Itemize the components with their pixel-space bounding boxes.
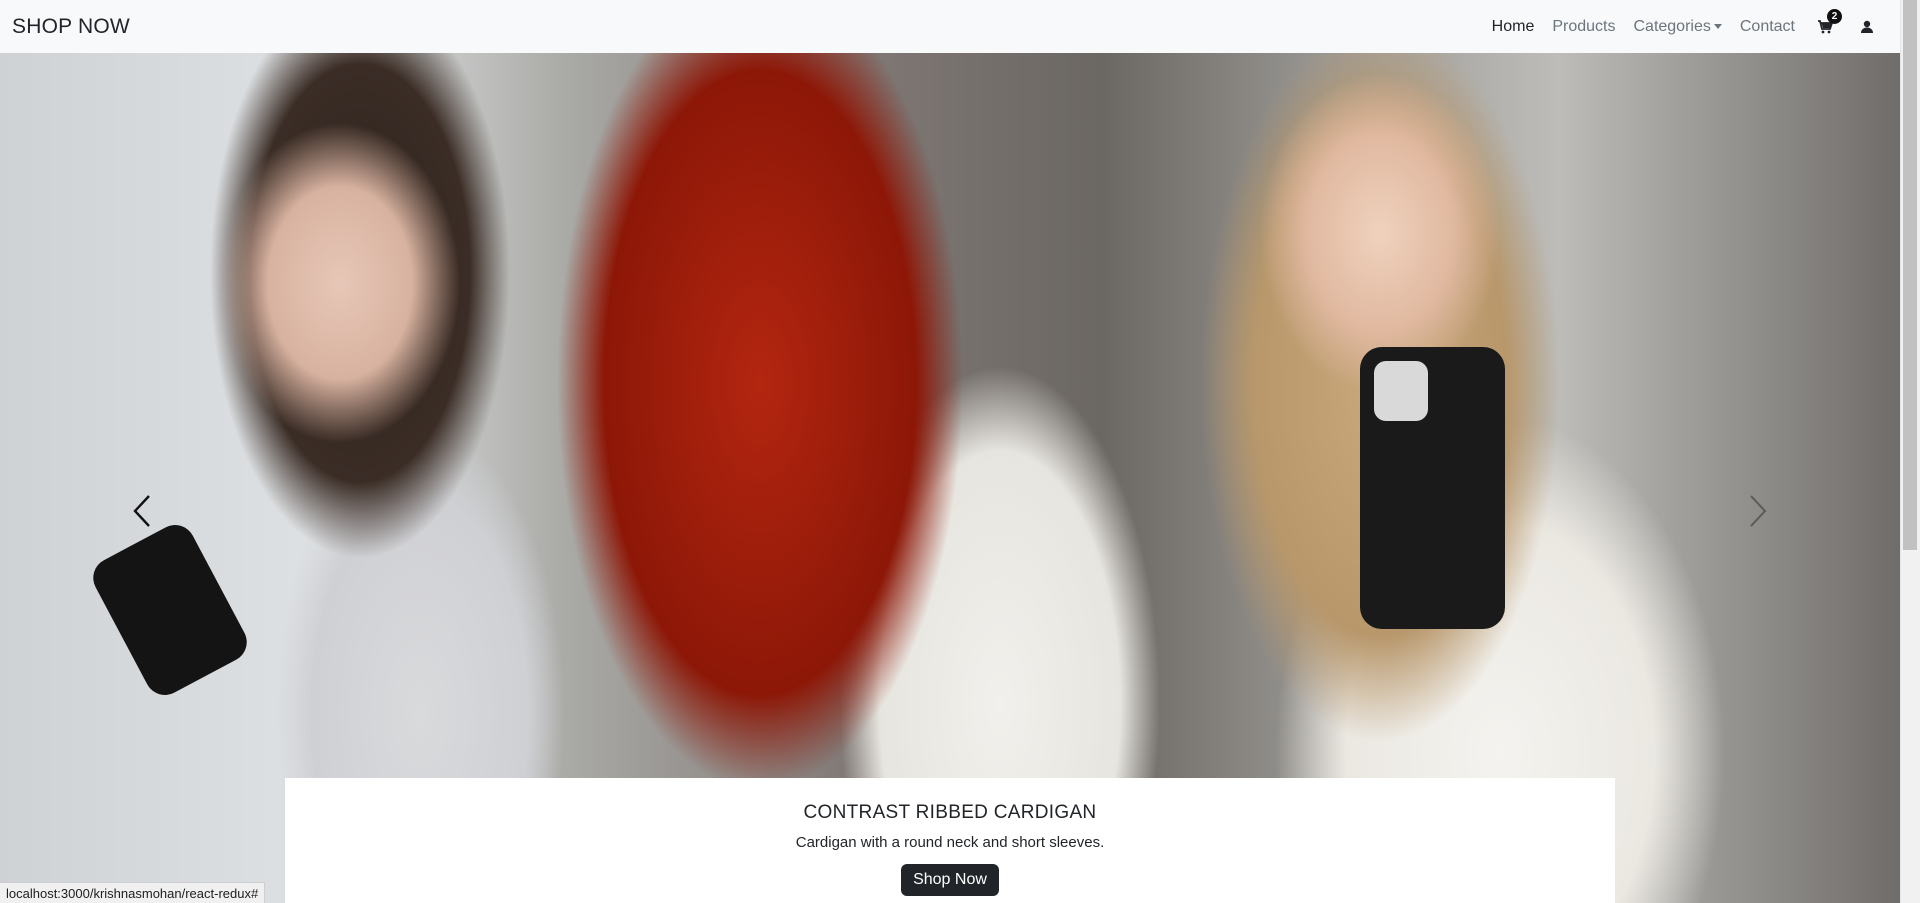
user-account-button[interactable] xyxy=(1846,0,1888,53)
carousel-prev-button[interactable] xyxy=(112,481,172,541)
caret-down-icon xyxy=(1713,24,1722,29)
scrollbar-thumb[interactable] xyxy=(1903,0,1917,550)
page-scrollbar[interactable] xyxy=(1900,0,1920,903)
caption-title: CONTRAST RIBBED CARDIGAN xyxy=(803,802,1097,823)
nav-link-categories-label: Categories xyxy=(1633,17,1711,35)
hero-image xyxy=(0,53,1900,903)
status-bar-url: localhost:3000/krishnasmohan/react-redux… xyxy=(0,882,266,903)
nav-menu: Home Products Categories Contact 2 xyxy=(1483,0,1888,53)
camera-decoration xyxy=(1374,361,1428,421)
nav-link-home[interactable]: Home xyxy=(1483,18,1544,36)
caption-text: Cardigan with a round neck and short sle… xyxy=(795,834,1105,851)
nav-link-contact[interactable]: Contact xyxy=(1731,18,1804,36)
carousel-next-button[interactable] xyxy=(1728,481,1788,541)
cart-count-badge: 2 xyxy=(1827,9,1842,24)
phone-right-decoration xyxy=(1360,347,1505,629)
carousel-caption: CONTRAST RIBBED CARDIGAN Cardigan with a… xyxy=(285,778,1615,903)
nav-dropdown-categories[interactable]: Categories xyxy=(1624,18,1730,36)
hero-carousel: CONTRAST RIBBED CARDIGAN Cardigan with a… xyxy=(0,53,1900,903)
brand-logo[interactable]: SHOP NOW xyxy=(12,15,130,39)
navbar: SHOP NOW Home Products Categories Contac… xyxy=(0,0,1900,53)
chevron-right-icon xyxy=(1750,495,1767,527)
nav-link-products[interactable]: Products xyxy=(1543,18,1624,36)
cart-button[interactable]: 2 xyxy=(1804,0,1846,53)
chevron-left-icon xyxy=(133,495,150,527)
shop-now-button[interactable]: Shop Now xyxy=(901,864,999,896)
user-icon xyxy=(1861,20,1873,33)
